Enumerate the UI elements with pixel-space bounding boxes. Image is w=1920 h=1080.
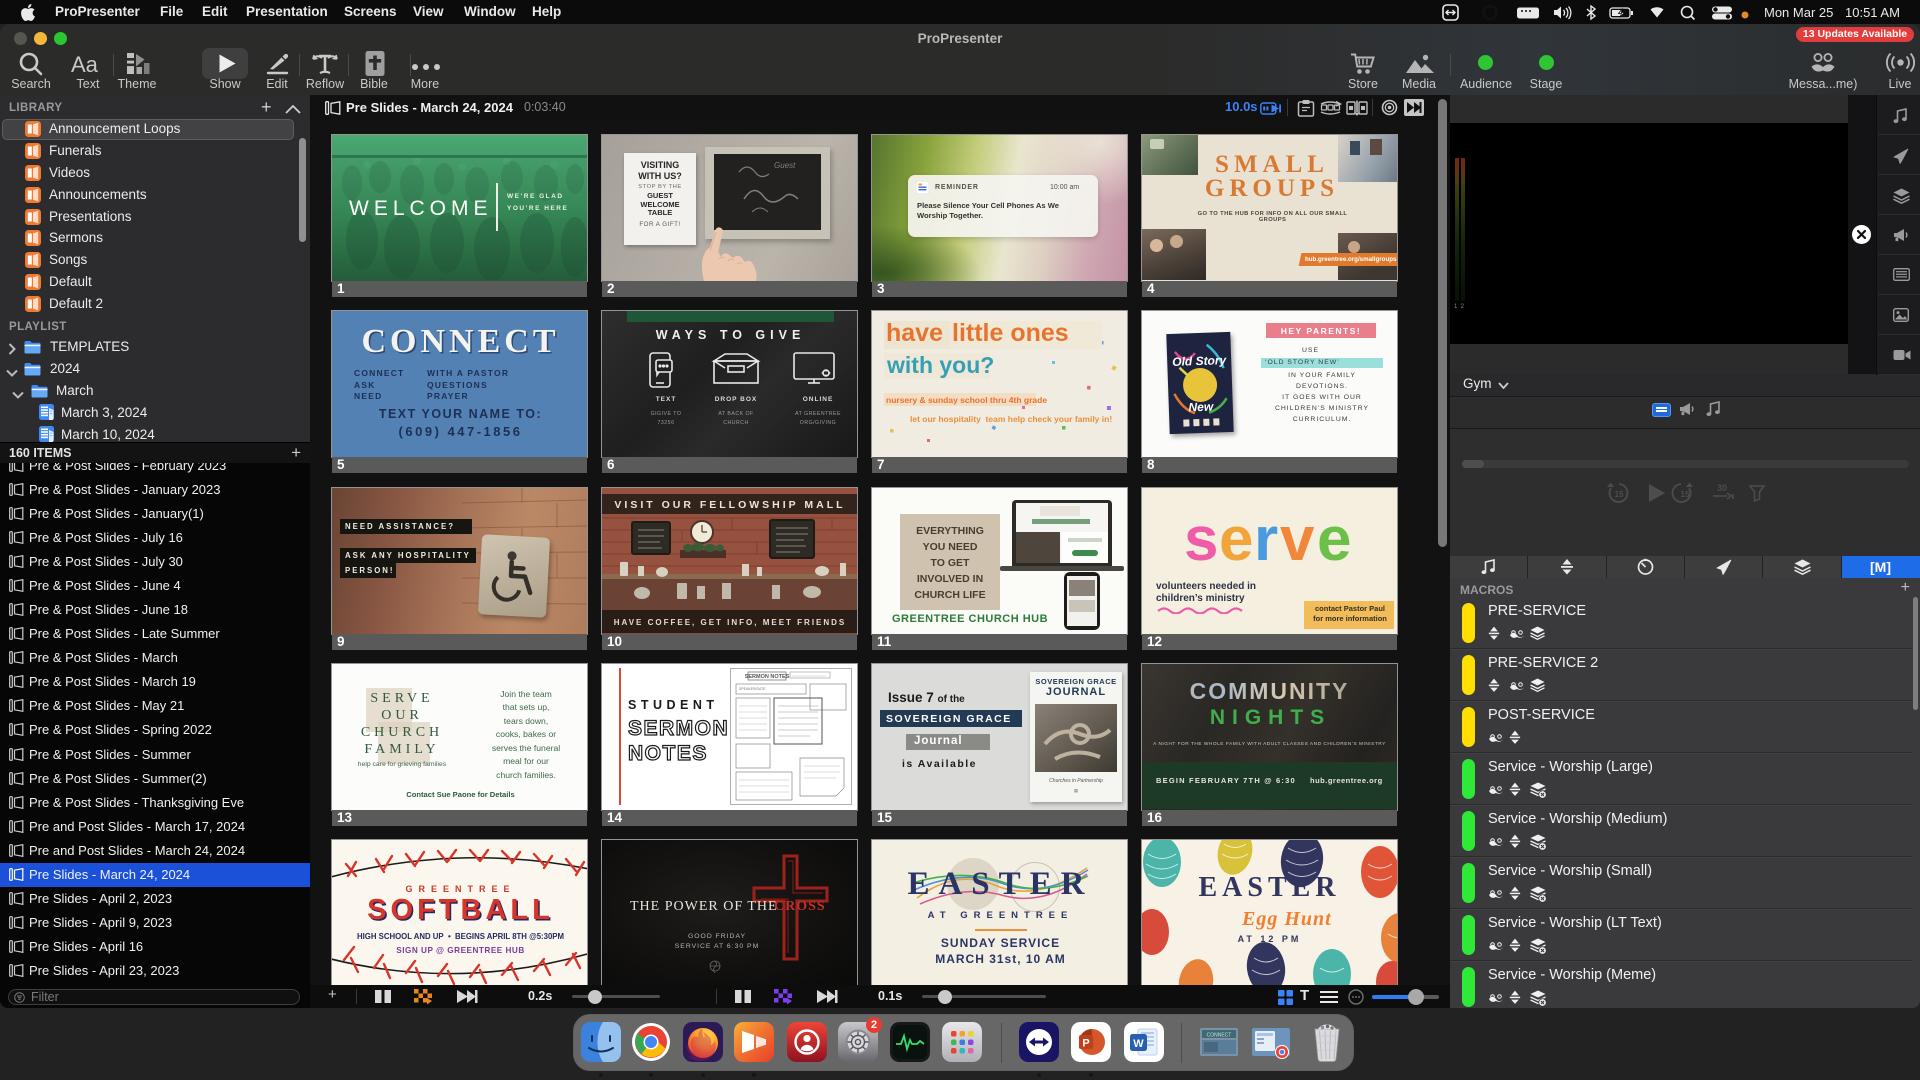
svg-text:GIGIVE TO: GIGIVE TO [651, 411, 682, 417]
svg-text:Guest: Guest [774, 161, 796, 170]
svg-text:30: 30 [1717, 483, 1727, 493]
svg-text:VISIT OUR FELLOWSHIP MALL: VISIT OUR FELLOWSHIP MALL [614, 499, 845, 511]
svg-text:DROP BOX: DROP BOX [715, 396, 758, 403]
svg-text:73256: 73256 [658, 420, 675, 426]
svg-text:New: New [1188, 400, 1214, 415]
svg-text:15: 15 [1681, 490, 1690, 499]
svg-text:W: W [1133, 1038, 1144, 1050]
svg-text:ONLINE: ONLINE [803, 396, 834, 403]
svg-text:TEXT: TEXT [656, 396, 677, 403]
svg-text:SPEAKER/DATE: SPEAKER/DATE [739, 687, 766, 691]
svg-text:15: 15 [1615, 490, 1624, 499]
svg-text:AT GREENTREE: AT GREENTREE [795, 411, 841, 417]
svg-text:AT BACK OF: AT BACK OF [718, 411, 753, 417]
svg-text:Old Story: Old Story [1172, 353, 1228, 369]
svg-text:CONNECT: CONNECT [1207, 1033, 1232, 1039]
svg-text:CHURCH: CHURCH [723, 420, 748, 426]
svg-text:P: P [1082, 1038, 1089, 1050]
svg-text:SERMON NOTES: SERMON NOTES [745, 674, 790, 680]
svg-text:ORG/GIVING: ORG/GIVING [800, 420, 836, 426]
svg-text:HAVE COFFEE, GET INFO, MEET FR: HAVE COFFEE, GET INFO, MEET FRIENDS [614, 618, 847, 627]
